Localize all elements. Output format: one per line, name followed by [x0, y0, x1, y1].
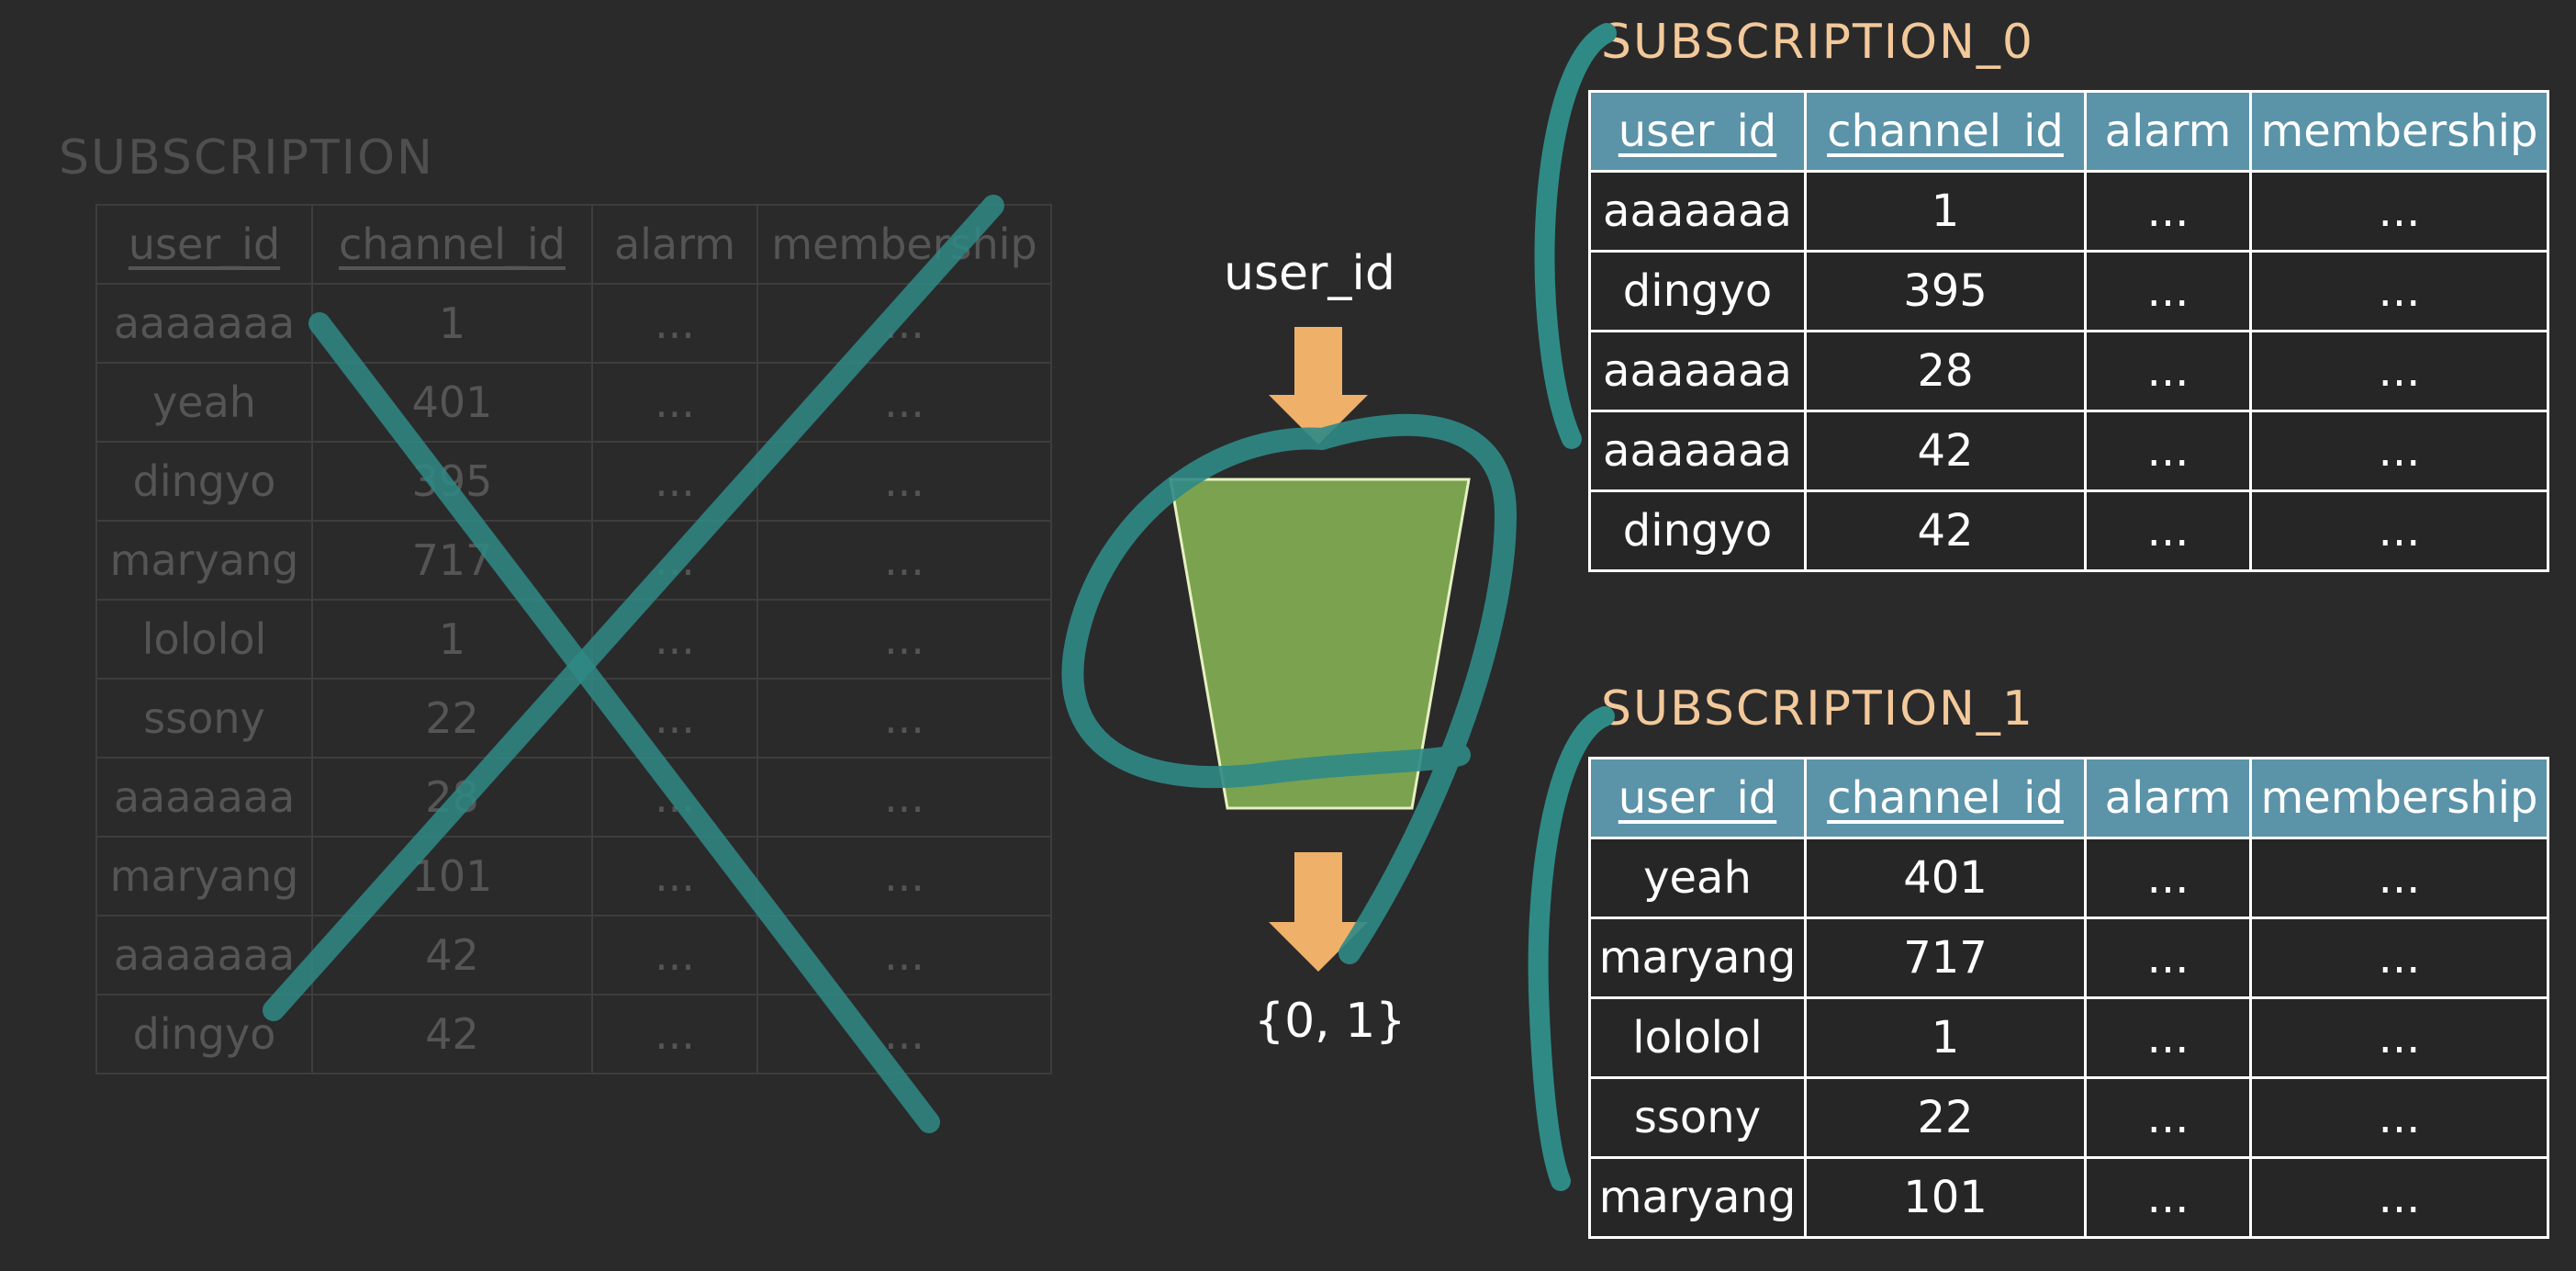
bracket-annotation-stroke — [1534, 23, 1617, 449]
cross-out-stroke — [263, 195, 1004, 1021]
cross-out-stroke — [308, 312, 940, 1133]
diagram-overlay — [263, 23, 1617, 1191]
bracket-annotation-stroke — [1528, 706, 1615, 1191]
